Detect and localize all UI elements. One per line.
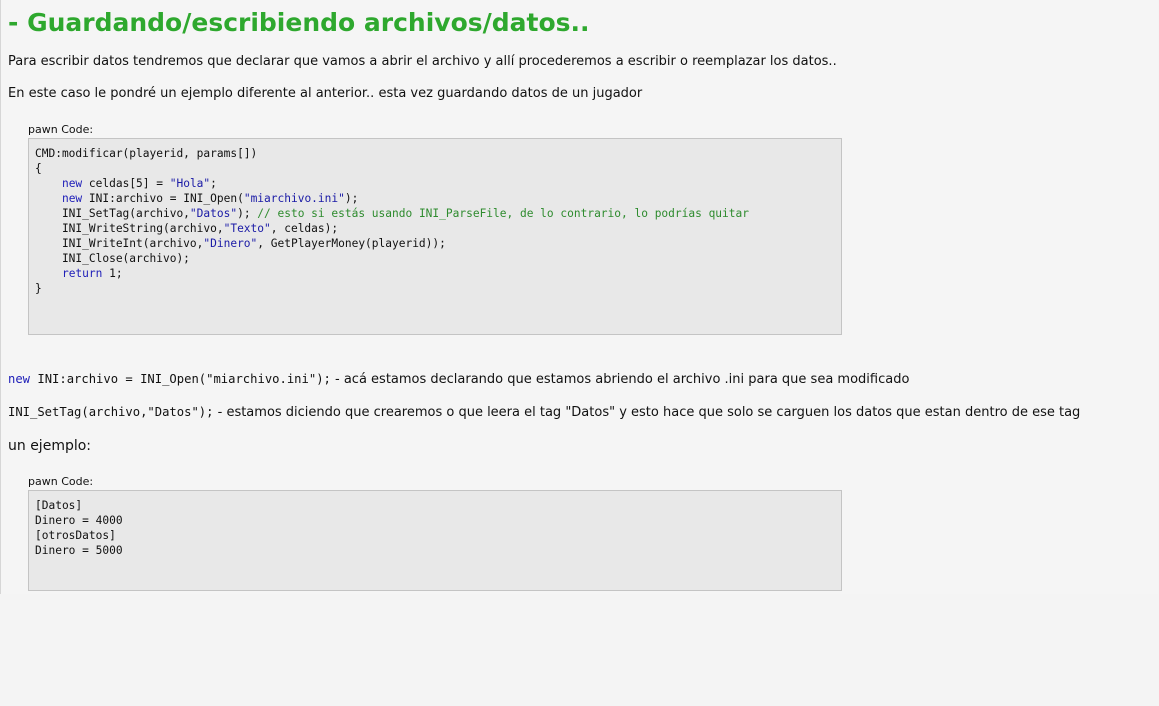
explanation-text: - estamos diciendo que crearemos o que l… <box>213 405 1081 420</box>
code-line: [otrosDatos] <box>35 529 116 542</box>
code-line: Dinero = 5000 <box>35 544 123 557</box>
code-line: INI_SetTag(archivo,"Datos"); // esto si … <box>35 207 749 220</box>
code-snippet: new INI:archivo = INI_Open("miarchivo.in… <box>8 372 331 386</box>
code-label: pawn Code: <box>28 123 94 136</box>
code-content: CMD:modificar(playerid, params[]) { new … <box>29 139 841 303</box>
code-line: Dinero = 4000 <box>35 514 123 527</box>
forum-post: - Guardando/escribiendo archivos/datos..… <box>0 0 1158 594</box>
section-title: - Guardando/escribiendo archivos/datos.. <box>8 8 590 37</box>
code-content: [Datos] Dinero = 4000 [otrosDatos] Diner… <box>29 491 841 565</box>
code-snippet: INI_SetTag(archivo,"Datos"); <box>8 405 214 419</box>
code-line: new INI:archivo = INI_Open("miarchivo.in… <box>61 192 359 205</box>
intro-paragraph: Para escribir datos tendremos que declar… <box>8 54 837 69</box>
code-block: [Datos] Dinero = 4000 [otrosDatos] Diner… <box>28 490 842 591</box>
code-line: [Datos] <box>35 499 83 512</box>
code-line: CMD:modificar(playerid, params[]) <box>35 147 258 160</box>
code-line: { <box>35 162 42 175</box>
example-paragraph: un ejemplo: <box>8 438 92 454</box>
explanation-line: new INI:archivo = INI_Open("miarchivo.in… <box>8 370 909 389</box>
code-label: pawn Code: <box>28 475 94 488</box>
explanation-text: - acá estamos declarando que estamos abr… <box>330 372 910 387</box>
code-line: INI_WriteString(archivo,"Texto", celdas)… <box>35 222 339 235</box>
explanation-line: INI_SetTag(archivo,"Datos"); - estamos d… <box>8 403 1080 422</box>
code-line: return 1; <box>61 267 123 280</box>
code-line: } <box>35 282 42 295</box>
case-paragraph: En este caso le pondré un ejemplo difere… <box>8 86 643 101</box>
code-line: new celdas[5] = "Hola"; <box>61 177 217 190</box>
code-block: CMD:modificar(playerid, params[]) { new … <box>28 138 842 335</box>
code-line: INI_WriteInt(archivo,"Dinero", GetPlayer… <box>35 237 446 250</box>
code-line: INI_Close(archivo); <box>35 252 190 265</box>
